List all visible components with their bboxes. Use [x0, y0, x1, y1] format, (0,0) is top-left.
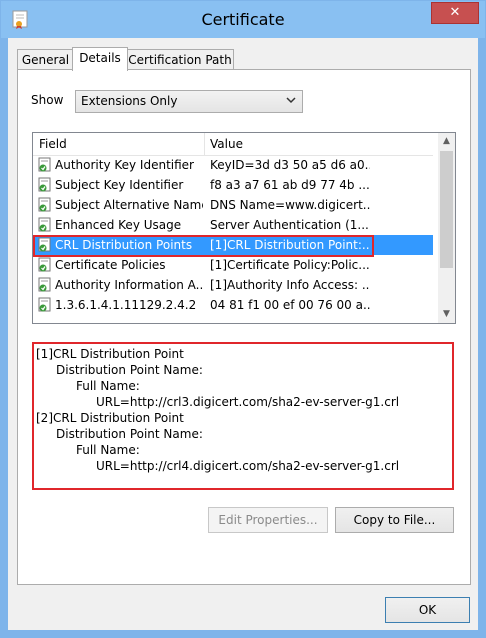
list-header: Field Value: [33, 133, 433, 156]
tab-details-label: Details: [79, 51, 121, 65]
list-item[interactable]: Certificate Policies [1]Certificate Poli…: [33, 255, 433, 275]
scroll-up-icon[interactable]: ▲: [438, 133, 455, 150]
chevron-down-icon: [286, 93, 296, 110]
field-name: Certificate Policies: [55, 258, 166, 272]
ok-button[interactable]: OK: [385, 597, 470, 623]
extension-icon: [38, 297, 52, 313]
detail-line: URL=http://crl4.digicert.com/sha2-ev-ser…: [96, 459, 400, 473]
detail-line: URL=http://crl3.digicert.com/sha2-ev-ser…: [96, 395, 400, 409]
show-label: Show: [31, 93, 64, 107]
show-dropdown[interactable]: Extensions Only: [75, 90, 303, 113]
list-item[interactable]: 1.3.6.1.4.1.11129.2.4.2 04 81 f1 00 ef 0…: [33, 295, 433, 315]
details-panel: Show Extensions Only Field Value Authori…: [17, 69, 471, 585]
list-item[interactable]: Authority Key Identifier KeyID=3d d3 50 …: [33, 155, 433, 175]
close-button[interactable]: ✕: [431, 2, 479, 24]
detail-line: [2]CRL Distribution Point: [36, 411, 184, 425]
list-item[interactable]: Subject Alternative Name DNS Name=www.di…: [33, 195, 433, 215]
field-name: Subject Alternative Name: [55, 198, 203, 212]
column-header-field[interactable]: Field: [39, 137, 67, 151]
column-header-value[interactable]: Value: [210, 137, 243, 151]
copy-to-file-button[interactable]: Copy to File...: [335, 507, 454, 533]
detail-line: Full Name:: [76, 379, 140, 393]
value-details-box[interactable]: [1]CRL Distribution Point Distribution P…: [32, 342, 454, 490]
extension-icon: [38, 157, 52, 173]
certificate-window: Certificate ✕ General Details Certificat…: [0, 0, 486, 638]
field-name: Authority Key Identifier: [55, 158, 194, 172]
column-divider[interactable]: [204, 133, 205, 155]
field-value: [1]Authority Info Access: ...: [210, 278, 370, 292]
field-value: f8 a3 a7 61 ab d9 77 4b ...: [210, 178, 370, 192]
show-dropdown-value: Extensions Only: [81, 94, 178, 108]
field-value: DNS Name=www.digicert...: [210, 198, 370, 212]
detail-line: Distribution Point Name:: [56, 427, 203, 441]
detail-line: Distribution Point Name:: [56, 363, 203, 377]
list-item-selected[interactable]: CRL Distribution Points [1]CRL Distribut…: [33, 235, 433, 257]
list-item[interactable]: Subject Key Identifier f8 a3 a7 61 ab d9…: [33, 175, 433, 195]
scrollbar-thumb[interactable]: [440, 151, 453, 268]
extension-icon: [38, 277, 52, 293]
field-value: [1]Certificate Policy:Polic...: [210, 258, 370, 272]
detail-line: Full Name:: [76, 443, 140, 457]
extension-icon: [38, 197, 52, 213]
tab-certification-path[interactable]: Certification Path: [126, 49, 234, 70]
tab-general[interactable]: General: [17, 49, 74, 70]
extension-icon: [38, 217, 52, 233]
dialog-body: General Details Certification Path Show …: [8, 38, 478, 630]
window-title: Certificate: [201, 10, 285, 29]
field-value: KeyID=3d d3 50 a5 d6 a0...: [210, 158, 370, 172]
field-value: Server Authentication (1....: [210, 218, 370, 232]
list-item[interactable]: Authority Information A... [1]Authority …: [33, 275, 433, 295]
tab-details[interactable]: Details: [72, 47, 128, 71]
close-icon: ✕: [449, 5, 461, 20]
highlight-box: [33, 235, 374, 257]
detail-line: [1]CRL Distribution Point: [36, 347, 184, 361]
extension-icon: [38, 177, 52, 193]
title-bar[interactable]: Certificate ✕: [1, 1, 485, 38]
tab-general-label: General: [21, 53, 70, 67]
edit-properties-button[interactable]: Edit Properties...: [208, 507, 328, 533]
field-name: Authority Information A...: [55, 278, 203, 292]
vertical-scrollbar[interactable]: ▲ ▼: [438, 133, 455, 323]
fields-list[interactable]: Field Value Authority Key Identifier Key…: [32, 132, 456, 324]
field-value: 04 81 f1 00 ef 00 76 00 a...: [210, 298, 370, 312]
list-item[interactable]: Enhanced Key Usage Server Authentication…: [33, 215, 433, 235]
tab-certification-path-label: Certification Path: [128, 53, 232, 67]
field-name: Enhanced Key Usage: [55, 218, 182, 232]
extension-icon: [38, 257, 52, 273]
scroll-down-icon[interactable]: ▼: [438, 306, 455, 323]
field-name: 1.3.6.1.4.1.11129.2.4.2: [55, 298, 197, 312]
field-name: Subject Key Identifier: [55, 178, 184, 192]
